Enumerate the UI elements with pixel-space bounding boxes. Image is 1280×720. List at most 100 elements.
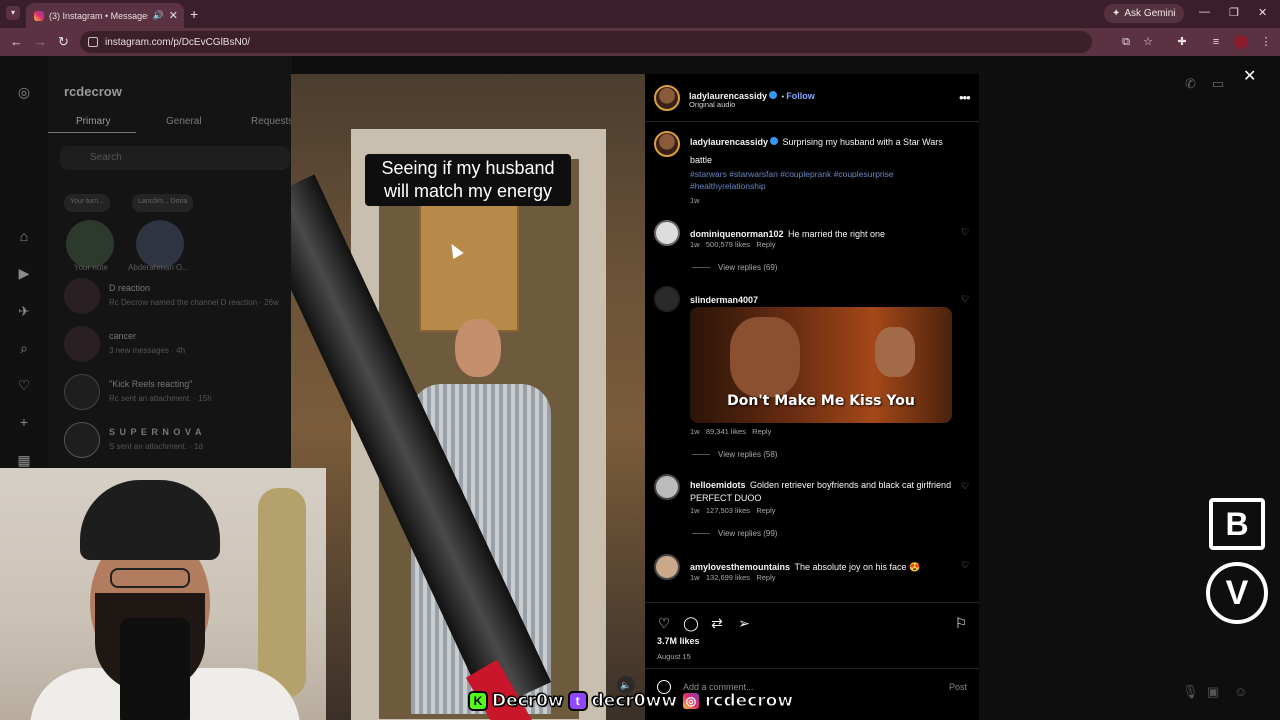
tab-general[interactable]: General <box>166 116 202 127</box>
tab-primary[interactable]: Primary <box>76 116 110 127</box>
conversation-item[interactable]: D reaction Rc Decrow named the channel D… <box>64 278 292 318</box>
dm-tabs: Primary General Requests <box>48 114 293 134</box>
window-close-icon[interactable]: ✕ <box>1258 6 1267 19</box>
comment-like-icon[interactable]: ♡ <box>961 294 971 304</box>
dashboard-icon[interactable]: ▦ <box>16 452 32 468</box>
image-icon: ▣ <box>1207 684 1220 699</box>
author-avatar[interactable] <box>654 85 680 111</box>
conversation-item[interactable]: cancer 3 new messages · 4h <box>64 326 292 366</box>
comment-username[interactable]: helloemidots <box>690 480 746 490</box>
like-icon[interactable]: ♡ <box>656 615 672 631</box>
conversation-name: cancer <box>109 331 137 341</box>
install-app-icon[interactable]: ⧉ <box>1120 36 1132 48</box>
instagram-icon[interactable]: ◎ <box>16 84 32 100</box>
bookmark-star-icon[interactable]: ☆ <box>1142 36 1154 48</box>
browser-tab[interactable]: (3) Instagram • Messages 🔊 ✕ <box>26 3 184 28</box>
author-avatar[interactable] <box>654 131 680 157</box>
comment-meta: 1w 127,503 likes Reply <box>690 506 776 515</box>
comment-like-icon[interactable]: ♡ <box>961 560 971 570</box>
comment-text: He married the right one <box>787 229 886 239</box>
profile-avatar[interactable] <box>1234 35 1248 49</box>
comment-username[interactable]: dominiquenorman102 <box>690 229 784 239</box>
minimize-icon[interactable]: — <box>1199 6 1210 18</box>
ask-gemini-button[interactable]: ✦ Ask Gemini <box>1104 4 1184 23</box>
site-info-icon[interactable] <box>88 37 98 47</box>
extensions-icon[interactable]: ✚ <box>1176 36 1188 48</box>
speaker-icon[interactable]: 🔊 <box>153 10 164 21</box>
comment-avatar[interactable] <box>654 220 680 246</box>
note-avatar[interactable] <box>136 220 184 268</box>
caption-hashtags[interactable]: #starwars #starwarsfan #coupleprank #cou… <box>690 168 930 192</box>
comment-gif[interactable]: Don't Make Me Kiss You <box>690 307 952 423</box>
bookmark-icon[interactable]: ⚐ <box>953 615 969 631</box>
audio-label[interactable]: Original audio <box>689 100 735 109</box>
comment-likes[interactable]: 500,579 likes <box>706 240 750 249</box>
address-bar[interactable]: instagram.com/p/DcEvCGlBsN0/ <box>80 31 1092 53</box>
maximize-icon[interactable]: ❐ <box>1229 6 1239 19</box>
comment-avatar[interactable] <box>654 286 680 312</box>
dm-username[interactable]: rcdecrow <box>64 84 122 99</box>
more-options-icon[interactable]: ••• <box>959 90 971 105</box>
reply-button[interactable]: Reply <box>756 240 775 249</box>
reply-button[interactable]: Reply <box>756 506 775 515</box>
webcam-background <box>258 488 306 698</box>
note-name: Your note <box>74 263 108 272</box>
plus-icon[interactable]: + <box>16 414 32 430</box>
reading-list-icon[interactable]: ≡ <box>1210 36 1222 48</box>
reload-icon[interactable]: ↻ <box>58 34 69 50</box>
home-icon[interactable]: ⌂ <box>16 228 32 244</box>
comment-like-icon[interactable]: ♡ <box>961 481 971 491</box>
reel-video[interactable]: Seeing if my husband will match my energ… <box>291 74 645 720</box>
comment-likes[interactable]: 89,341 likes <box>706 427 746 436</box>
share-icon[interactable]: ➢ <box>736 615 752 631</box>
reply-button[interactable]: Reply <box>756 573 775 582</box>
reply-button[interactable]: Reply <box>752 427 771 436</box>
back-icon[interactable]: ← <box>10 34 23 49</box>
caption-time: 1w <box>690 196 700 205</box>
comment-username[interactable]: amylovesthemountains <box>690 562 790 572</box>
new-tab-icon[interactable]: + <box>190 6 198 22</box>
comment-username[interactable]: slinderman4007 <box>690 295 758 305</box>
comment-avatar[interactable] <box>654 474 680 500</box>
webcam-microphone <box>120 618 190 720</box>
view-replies-button[interactable]: View replies (58) <box>692 450 777 459</box>
gif-figure <box>875 327 915 377</box>
comment-likes[interactable]: 127,503 likes <box>706 506 750 515</box>
search-icon[interactable]: ⌕ <box>16 340 32 356</box>
post-comment-button[interactable]: Post <box>949 682 967 692</box>
reels-icon[interactable]: ▶ <box>16 265 32 281</box>
note-avatar[interactable] <box>66 220 114 268</box>
comment-meta: 1w 89,341 likes Reply <box>690 427 771 436</box>
conversation-name: D reaction <box>109 283 151 293</box>
comment-avatar[interactable] <box>654 554 680 580</box>
close-icon[interactable]: ✕ <box>1243 66 1256 86</box>
note-name: Abderahman O... <box>128 263 189 272</box>
conversation-item[interactable]: "Kick Reels reacting" Rc sent an attachm… <box>64 374 292 414</box>
tab-requests[interactable]: Requests <box>251 116 293 127</box>
browser-tab-strip: ▾ (3) Instagram • Messages 🔊 ✕ + ✦ Ask G… <box>0 0 1280 28</box>
caption-username[interactable]: ladylaurencassidy <box>690 137 768 147</box>
view-replies-button[interactable]: View replies (99) <box>692 529 777 538</box>
conversation-item[interactable]: S U P E R N O V A S sent an attachment. … <box>64 422 292 462</box>
likes-count[interactable]: 3.7M likes <box>657 636 700 646</box>
kick-handle: Decr0w <box>492 691 565 712</box>
heart-icon[interactable]: ♡ <box>16 377 32 393</box>
dm-search-input[interactable]: Search <box>60 146 290 170</box>
follow-button[interactable]: Follow <box>786 91 815 101</box>
repost-icon[interactable]: ⇄ <box>709 615 725 631</box>
view-replies-button[interactable]: View replies (69) <box>692 263 777 272</box>
note-bubble: Lancôm... Doria <box>132 194 194 212</box>
address-bar-row: ← → ↻ instagram.com/p/DcEvCGlBsN0/ ⧉ ☆ ✚… <box>0 28 1280 56</box>
messages-icon[interactable]: ✈ <box>16 303 32 319</box>
browser-menu-icon[interactable]: ⋮ <box>1260 36 1272 48</box>
conversation-preview: Rc Decrow named the channel D reaction ·… <box>109 298 279 307</box>
comment: helloemidots Golden retriever boyfriends… <box>690 478 952 504</box>
comment-time: 1w <box>690 240 700 249</box>
comment-likes[interactable]: 132,699 likes <box>706 573 750 582</box>
view-replies-label: View replies (69) <box>718 263 778 272</box>
comment-like-icon[interactable]: ♡ <box>961 227 971 237</box>
forward-icon[interactable]: → <box>34 34 47 49</box>
tab-search-icon[interactable]: ▾ <box>6 6 20 20</box>
tab-close-icon[interactable]: ✕ <box>169 9 178 22</box>
comment-icon[interactable]: ◯ <box>683 615 699 631</box>
